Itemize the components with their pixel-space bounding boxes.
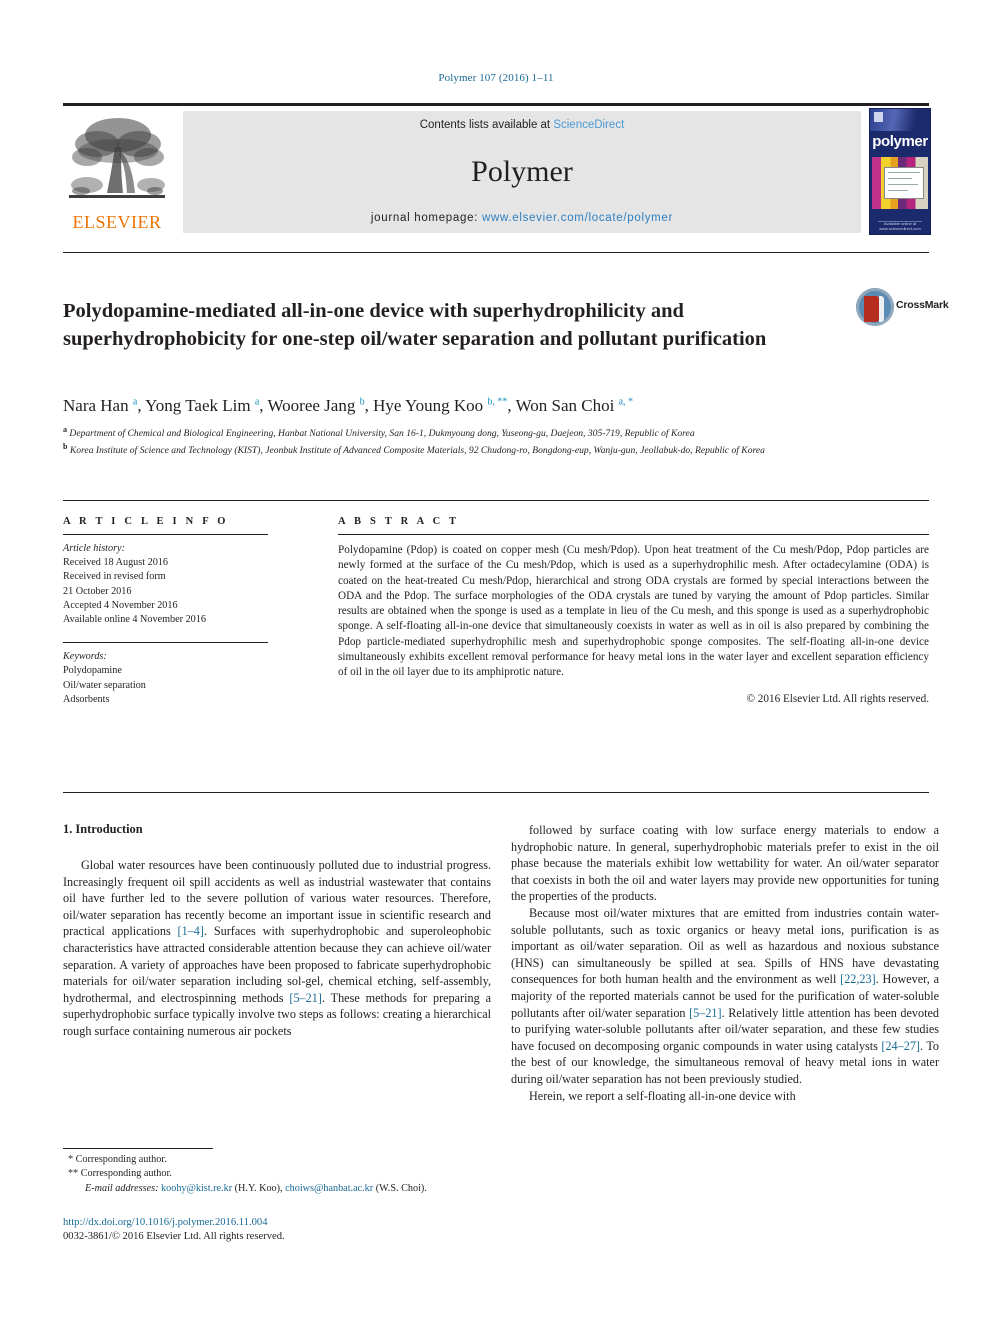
info-band-bottom-divider xyxy=(63,792,929,793)
cover-footnote: Available online at www.sciencedirect.co… xyxy=(879,221,921,231)
email-addresses-label: E-mail addresses: xyxy=(85,1182,159,1194)
journal-title: Polymer xyxy=(471,155,573,188)
author-list: Nara Han a, Yong Taek Lim a, Wooree Jang… xyxy=(63,396,634,415)
reference-link[interactable]: [24–27] xyxy=(881,1039,920,1053)
email-link-choi[interactable]: choiws@hanbat.ac.kr xyxy=(285,1183,373,1194)
abstract-section: A B S T R A C T Polydopamine (Pdop) is c… xyxy=(338,516,929,705)
cover-journal-title: polymer xyxy=(872,133,928,150)
affiliation-item: a Department of Chemical and Biological … xyxy=(63,424,863,441)
affiliation-item: b Korea Institute of Science and Technol… xyxy=(63,441,863,458)
contents-banner: Contents lists available at ScienceDirec… xyxy=(183,111,861,233)
elsevier-tree-icon xyxy=(69,118,165,198)
journal-masthead: ELSEVIER Contents lists available at Sci… xyxy=(63,103,931,237)
keywords-block: Keywords: Polydopamine Oil/water separat… xyxy=(63,650,268,707)
history-item: 21 October 2016 xyxy=(63,585,132,597)
paragraph-intro-2: followed by surface coating with low sur… xyxy=(511,823,939,904)
footnote-divider xyxy=(63,1148,213,1149)
contents-available-line: Contents lists available at ScienceDirec… xyxy=(183,119,861,131)
email-owner-koo: (H.Y. Koo), xyxy=(234,1182,283,1194)
page-footer: http://dx.doi.org/10.1016/j.polymer.2016… xyxy=(63,1216,493,1245)
affiliation-marker: b xyxy=(63,441,68,451)
reference-link[interactable]: [22,23] xyxy=(840,972,876,986)
history-item: Received in revised form xyxy=(63,571,166,583)
cover-inset-figure xyxy=(884,167,924,199)
elsevier-wordmark: ELSEVIER xyxy=(72,212,162,232)
cover-logo-badge xyxy=(874,112,883,122)
sciencedirect-link[interactable]: ScienceDirect xyxy=(553,119,624,131)
homepage-prefix: journal homepage: xyxy=(370,212,482,224)
affiliation-marker: a xyxy=(63,425,67,434)
abstract-copyright: © 2016 Elsevier Ltd. All rights reserved… xyxy=(746,692,930,705)
abstract-heading-rule xyxy=(338,534,929,535)
affiliation-text: Korea Institute of Science and Technolog… xyxy=(69,444,765,456)
paragraph-intro-4: Herein, we report a self-floating all-in… xyxy=(529,1088,796,1103)
paragraph-intro-1: Global water resources have been continu… xyxy=(63,857,491,1040)
title-divider xyxy=(63,252,929,253)
footnote-corresponding-2: ** Corresponding author. xyxy=(68,1168,172,1180)
cover-artwork xyxy=(872,157,928,209)
article-info-section: A R T I C L E I N F O Article history: R… xyxy=(63,516,268,707)
reference-link[interactable]: [1–4] xyxy=(178,924,204,938)
paragraph-intro-3: Because most oil/water mixtures that are… xyxy=(511,905,939,1088)
info-band-top-divider xyxy=(63,500,929,501)
history-item: Accepted 4 November 2016 xyxy=(63,599,178,611)
running-head: Polymer 107 (2016) 1–11 xyxy=(438,72,554,84)
crossmark-label: CrossMark xyxy=(896,299,949,311)
elsevier-logo: ELSEVIER xyxy=(63,111,171,233)
doi-link[interactable]: http://dx.doi.org/10.1016/j.polymer.2016… xyxy=(63,1216,493,1230)
journal-cover-thumbnail: polymer Available online at www.scienced… xyxy=(869,108,931,235)
article-page: Polymer 107 (2016) 1–11 ELSEVIER Content… xyxy=(0,0,992,1323)
abstract-heading: A B S T R A C T xyxy=(338,516,460,527)
article-info-heading-rule xyxy=(63,534,268,535)
crossmark-badge[interactable]: CrossMark xyxy=(856,286,949,328)
article-info-divider xyxy=(63,642,268,644)
history-item: Received 18 August 2016 xyxy=(63,557,168,569)
keyword-item: Oil/water separation xyxy=(63,679,146,691)
article-history-label: Article history: xyxy=(63,543,125,554)
issn-copyright-line: 0032-3861/© 2016 Elsevier Ltd. All right… xyxy=(63,1231,285,1243)
reference-link[interactable]: [5–21] xyxy=(289,991,322,1005)
page-title: Polydopamine-mediated all-in-one device … xyxy=(63,299,767,350)
keyword-item: Adsorbents xyxy=(63,693,110,705)
email-link-koo[interactable]: koohy@kist.re.kr xyxy=(161,1183,232,1194)
section-heading-introduction: 1. Introduction xyxy=(63,822,143,836)
footnote-block: * Corresponding author. ** Corresponding… xyxy=(63,1153,493,1196)
keywords-label: Keywords: xyxy=(63,651,107,663)
email-owner-choi: (W.S. Choi). xyxy=(375,1182,427,1194)
affiliation-text: Department of Chemical and Biological En… xyxy=(69,428,695,440)
affiliation-list: a Department of Chemical and Biological … xyxy=(63,424,863,458)
article-info-heading: A R T I C L E I N F O xyxy=(63,516,229,527)
journal-homepage-line: journal homepage: www.elsevier.com/locat… xyxy=(183,212,861,224)
keyword-item: Polydopamine xyxy=(63,665,122,677)
body-column-right: followed by surface coating with low sur… xyxy=(511,822,939,1104)
journal-homepage-link[interactable]: www.elsevier.com/locate/polymer xyxy=(482,212,673,224)
reference-link[interactable]: [5–21] xyxy=(689,1006,722,1020)
footnote-corresponding-1: * Corresponding author. xyxy=(68,1154,167,1165)
crossmark-circle-icon xyxy=(856,288,894,326)
footnote-emails: E-mail addresses: koohy@kist.re.kr (H.Y.… xyxy=(63,1182,493,1196)
body-column-left: 1. Introduction Global water resources h… xyxy=(63,822,491,1040)
contents-prefix: Contents lists available at xyxy=(419,119,554,131)
crossmark-book-icon xyxy=(864,296,884,322)
history-item: Available online 4 November 2016 xyxy=(63,614,206,626)
article-history-block: Article history: Received 18 August 2016… xyxy=(63,542,268,627)
abstract-text: Polydopamine (Pdop) is coated on copper … xyxy=(338,544,929,679)
